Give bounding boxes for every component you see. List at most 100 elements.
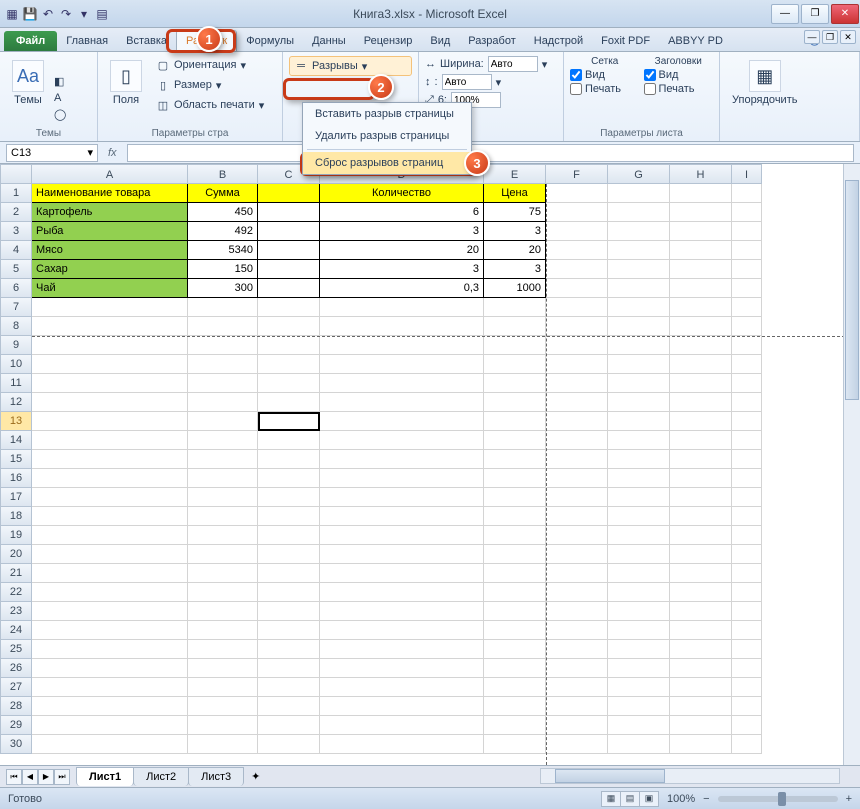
cell-A14[interactable] [32, 431, 188, 450]
cell-A19[interactable] [32, 526, 188, 545]
cell-I22[interactable] [732, 583, 762, 602]
cell-H30[interactable] [670, 735, 732, 754]
cell-G11[interactable] [608, 374, 670, 393]
cell-B19[interactable] [188, 526, 258, 545]
cell-H28[interactable] [670, 697, 732, 716]
cell-E29[interactable] [484, 716, 546, 735]
cell-C27[interactable] [258, 678, 320, 697]
cell-H4[interactable] [670, 241, 732, 260]
cell-A9[interactable] [32, 336, 188, 355]
cell-A25[interactable] [32, 640, 188, 659]
print-area-button[interactable]: ◫Область печати ▾ [152, 96, 268, 114]
row-header-9[interactable]: 9 [0, 336, 32, 355]
cell-G7[interactable] [608, 298, 670, 317]
cell-G2[interactable] [608, 203, 670, 222]
cell-F7[interactable] [546, 298, 608, 317]
cell-A23[interactable] [32, 602, 188, 621]
tab-nav-next-icon[interactable]: ▶ [38, 769, 54, 785]
cell-B21[interactable] [188, 564, 258, 583]
cell-C12[interactable] [258, 393, 320, 412]
cell-D15[interactable] [320, 450, 484, 469]
remove-page-break-item[interactable]: Удалить разрыв страницы [303, 125, 471, 147]
cell-A11[interactable] [32, 374, 188, 393]
new-sheet-icon[interactable]: ✦ [243, 770, 268, 783]
cell-I26[interactable] [732, 659, 762, 678]
cell-B28[interactable] [188, 697, 258, 716]
doc-minimize-icon[interactable]: — [804, 30, 820, 44]
cell-F4[interactable] [546, 241, 608, 260]
zoom-slider[interactable] [718, 796, 838, 802]
cell-A26[interactable] [32, 659, 188, 678]
cell-G23[interactable] [608, 602, 670, 621]
spreadsheet-area[interactable]: A B C D E F G H I 1Наименование товараСу… [0, 164, 860, 765]
cell-I2[interactable] [732, 203, 762, 222]
cell-G27[interactable] [608, 678, 670, 697]
cell-B4[interactable]: 5340 [188, 241, 258, 260]
cell-I18[interactable] [732, 507, 762, 526]
row-header-23[interactable]: 23 [0, 602, 32, 621]
cell-B17[interactable] [188, 488, 258, 507]
cell-G3[interactable] [608, 222, 670, 241]
cell-I3[interactable] [732, 222, 762, 241]
cell-D26[interactable] [320, 659, 484, 678]
cell-F29[interactable] [546, 716, 608, 735]
row-header-20[interactable]: 20 [0, 545, 32, 564]
cell-D16[interactable] [320, 469, 484, 488]
margins-button[interactable]: ▯ Поля [104, 56, 148, 139]
cell-G1[interactable] [608, 184, 670, 203]
arrange-button[interactable]: ▦ Упорядочить [726, 56, 803, 139]
cell-F14[interactable] [546, 431, 608, 450]
cell-I15[interactable] [732, 450, 762, 469]
cell-E19[interactable] [484, 526, 546, 545]
cell-C21[interactable] [258, 564, 320, 583]
sheet-tab-1[interactable]: Лист1 [76, 767, 134, 786]
cell-H6[interactable] [670, 279, 732, 298]
col-header-F[interactable]: F [546, 164, 608, 184]
cell-G4[interactable] [608, 241, 670, 260]
formula-input[interactable] [127, 144, 854, 162]
theme-colors-icon[interactable]: ◧ [54, 75, 66, 88]
cell-I14[interactable] [732, 431, 762, 450]
tab-home[interactable]: Главная [57, 31, 117, 51]
cell-G9[interactable] [608, 336, 670, 355]
cell-A16[interactable] [32, 469, 188, 488]
cell-I21[interactable] [732, 564, 762, 583]
fx-icon[interactable]: fx [102, 147, 123, 159]
cell-A27[interactable] [32, 678, 188, 697]
cell-E8[interactable] [484, 317, 546, 336]
tab-foxit[interactable]: Foxit PDF [592, 31, 659, 51]
cell-D6[interactable]: 0,3 [320, 279, 484, 298]
cell-I19[interactable] [732, 526, 762, 545]
tab-nav-first-icon[interactable]: ⏮ [6, 769, 22, 785]
horizontal-scrollbar[interactable] [540, 768, 840, 784]
namebox-dropdown-icon[interactable]: ▾ [87, 146, 93, 159]
cell-D11[interactable] [320, 374, 484, 393]
cell-D5[interactable]: 3 [320, 260, 484, 279]
cell-B6[interactable]: 300 [188, 279, 258, 298]
cell-E27[interactable] [484, 678, 546, 697]
undo-icon[interactable]: ↶ [40, 6, 56, 22]
cell-C11[interactable] [258, 374, 320, 393]
cell-E10[interactable] [484, 355, 546, 374]
cell-I24[interactable] [732, 621, 762, 640]
cell-H25[interactable] [670, 640, 732, 659]
cell-F18[interactable] [546, 507, 608, 526]
cell-F16[interactable] [546, 469, 608, 488]
cell-G16[interactable] [608, 469, 670, 488]
row-header-29[interactable]: 29 [0, 716, 32, 735]
cell-B1[interactable]: Сумма [188, 184, 258, 203]
cell-C30[interactable] [258, 735, 320, 754]
cell-C9[interactable] [258, 336, 320, 355]
cell-I10[interactable] [732, 355, 762, 374]
cell-B9[interactable] [188, 336, 258, 355]
cell-B24[interactable] [188, 621, 258, 640]
breaks-button[interactable]: ═Разрывы ▾ [289, 56, 412, 76]
cell-D19[interactable] [320, 526, 484, 545]
cell-D24[interactable] [320, 621, 484, 640]
cell-C15[interactable] [258, 450, 320, 469]
sheet-tab-2[interactable]: Лист2 [133, 767, 189, 786]
col-header-H[interactable]: H [670, 164, 732, 184]
insert-page-break-item[interactable]: Вставить разрыв страницы [303, 103, 471, 125]
cell-H12[interactable] [670, 393, 732, 412]
cell-G28[interactable] [608, 697, 670, 716]
